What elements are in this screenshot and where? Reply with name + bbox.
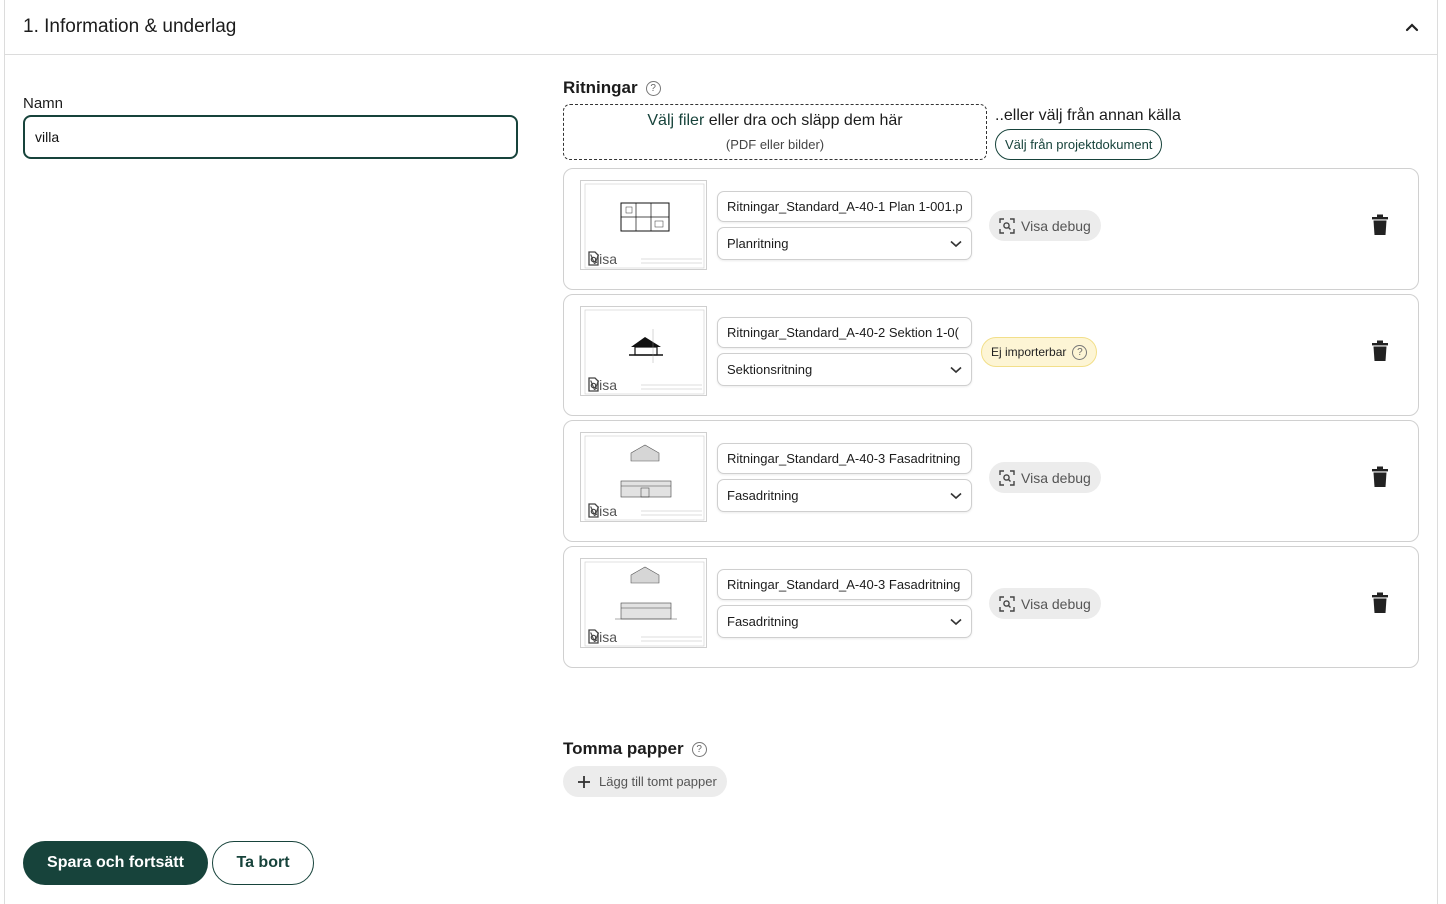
show-debug-button[interactable]: Visa debug [989, 210, 1101, 241]
name-input[interactable] [23, 115, 518, 159]
panel-title: 1. Information & underlag [23, 16, 237, 37]
drawing-thumbnail[interactable]: Visa [580, 432, 707, 522]
show-debug-label: Visa debug [1021, 595, 1091, 612]
dropzone-text: Välj filer eller dra och släpp dem här [564, 112, 986, 130]
question-circle-icon[interactable]: ? [691, 741, 707, 757]
alt-source-text: ..eller välj från annan källa [995, 107, 1181, 124]
show-debug-button[interactable]: Visa debug [989, 462, 1101, 493]
drawing-card: Visa Sektionsritning Ej importerbar ? [563, 294, 1419, 416]
not-importable-badge: Ej importerbar ? [981, 337, 1098, 367]
drawing-card: Visa Planritning Visa debug [563, 168, 1419, 290]
chevron-down-icon [950, 492, 962, 499]
drawing-type-select[interactable]: Sektionsritning [717, 353, 972, 386]
trash-icon[interactable] [1370, 466, 1390, 488]
document-search-icon [588, 503, 599, 518]
question-circle-icon[interactable]: ? [645, 80, 661, 96]
choose-project-documents-button[interactable]: Välj från projektdokument [995, 129, 1163, 160]
view-button[interactable]: Visa [587, 377, 620, 393]
filename-input[interactable] [717, 317, 972, 348]
trash-icon[interactable] [1370, 592, 1390, 614]
scan-search-icon [999, 469, 1015, 486]
drawing-type-value: Planritning [727, 236, 789, 251]
view-button[interactable]: Visa [587, 503, 620, 519]
drawing-thumbnail[interactable]: Visa [580, 558, 707, 648]
dropzone-instruction: eller dra och släpp dem här [708, 112, 903, 129]
empty-papers-label: Tomma papper [563, 739, 684, 758]
show-debug-label: Visa debug [1021, 217, 1091, 234]
document-search-icon [588, 251, 599, 266]
name-label: Namn [23, 95, 64, 112]
not-importable-label: Ej importerbar [991, 345, 1067, 359]
show-debug-label: Visa debug [1021, 469, 1091, 486]
chevron-up-icon[interactable] [1401, 16, 1423, 38]
filename-input[interactable] [717, 443, 972, 474]
drawing-type-select[interactable]: Fasadritning [717, 605, 972, 638]
add-empty-paper-button[interactable]: Lägg till tomt papper [563, 766, 727, 797]
drawing-type-value: Sektionsritning [727, 362, 813, 377]
scan-search-icon [999, 595, 1015, 612]
filename-input[interactable] [717, 569, 972, 600]
filename-input[interactable] [717, 191, 972, 222]
document-search-icon [588, 629, 599, 644]
chevron-down-icon [950, 618, 962, 625]
document-search-icon [588, 377, 599, 392]
drawings-heading: Ritningar ? [563, 78, 661, 98]
drawing-thumbnail[interactable]: Visa [580, 180, 707, 270]
drawing-type-value: Fasadritning [727, 614, 799, 629]
save-and-continue-button[interactable]: Spara och fortsätt [23, 841, 208, 885]
delete-button[interactable]: Ta bort [212, 841, 314, 885]
view-button[interactable]: Visa [587, 629, 620, 645]
plus-icon [578, 775, 590, 788]
drawing-type-select[interactable]: Fasadritning [717, 479, 972, 512]
drawings-label: Ritningar [563, 78, 638, 97]
file-dropzone[interactable]: Välj filer eller dra och släpp dem här (… [563, 104, 987, 160]
panel-header[interactable]: 1. Information & underlag [5, 0, 1437, 55]
add-empty-paper-label: Lägg till tomt papper [599, 774, 717, 789]
drawing-card: Visa Fasadritning Visa debug [563, 420, 1419, 542]
empty-papers-heading: Tomma papper ? [563, 739, 707, 759]
question-circle-icon[interactable]: ? [1072, 344, 1088, 360]
drawing-type-select[interactable]: Planritning [717, 227, 972, 260]
drawing-card: Visa Fasadritning Visa debug [563, 546, 1419, 668]
show-debug-button[interactable]: Visa debug [989, 588, 1101, 619]
chevron-down-icon [950, 366, 962, 373]
drawing-type-value: Fasadritning [727, 488, 799, 503]
chevron-down-icon [950, 240, 962, 247]
choose-files-link[interactable]: Välj filer [647, 112, 704, 129]
trash-icon[interactable] [1370, 340, 1390, 362]
scan-search-icon [999, 217, 1015, 234]
trash-icon[interactable] [1370, 214, 1390, 236]
drawing-thumbnail[interactable]: Visa [580, 306, 707, 396]
view-button[interactable]: Visa [587, 251, 620, 267]
dropzone-hint: (PDF eller bilder) [725, 137, 825, 152]
